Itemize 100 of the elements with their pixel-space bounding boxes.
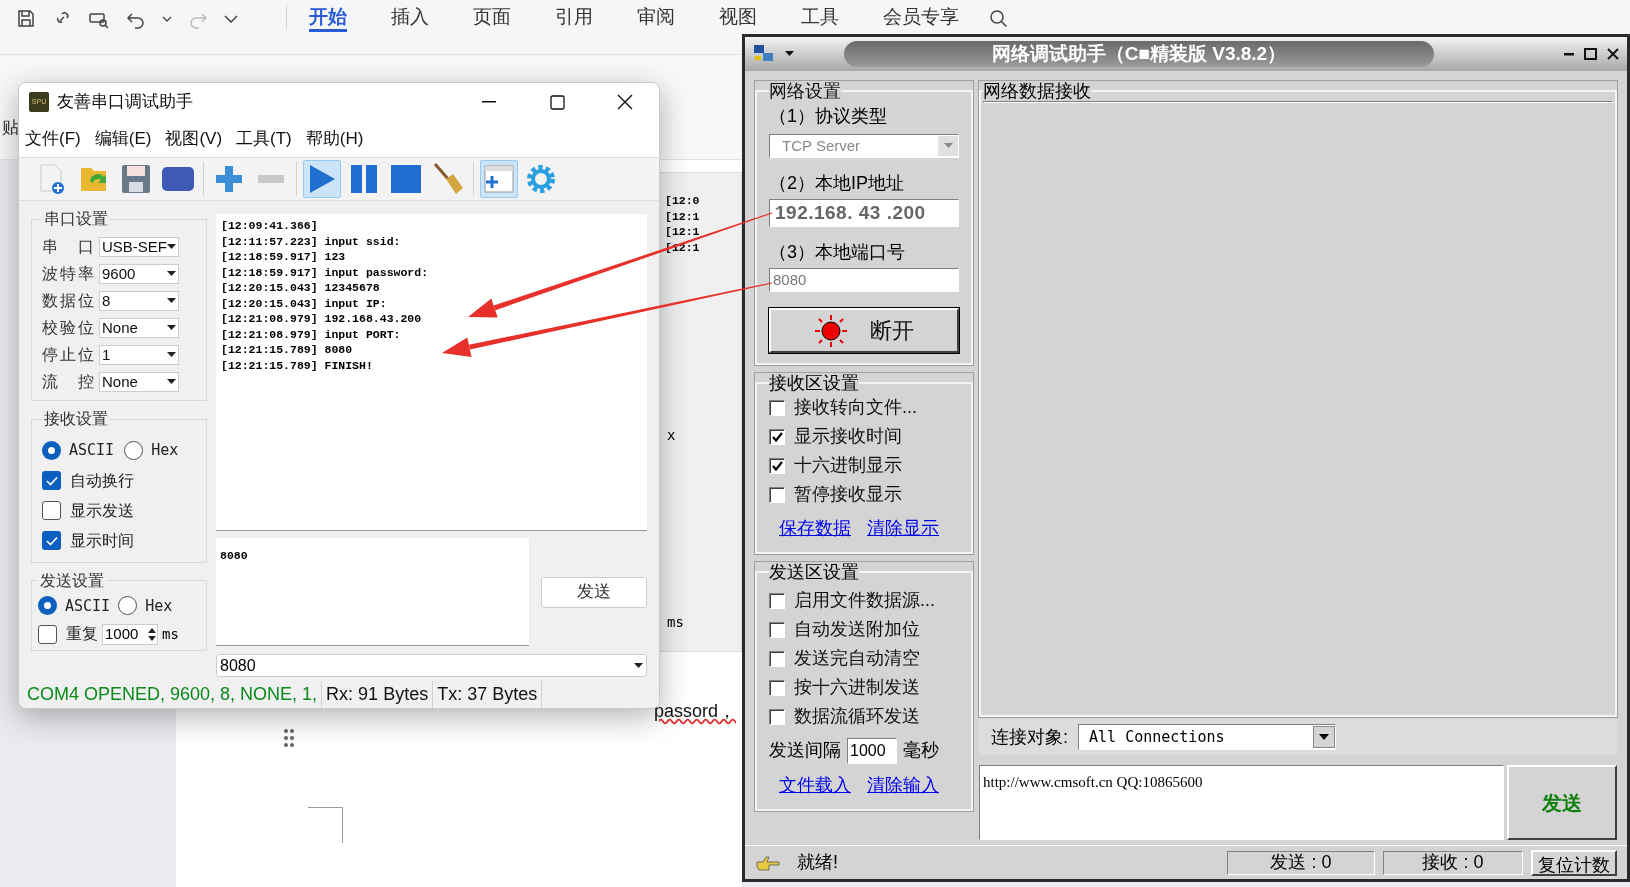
- history-dropdown[interactable]: 8080: [216, 654, 647, 677]
- checkbox[interactable]: [769, 428, 785, 445]
- menu-item[interactable]: 编辑(E): [94, 126, 152, 152]
- window-add-icon: [483, 163, 515, 195]
- checkbox[interactable]: [769, 679, 785, 696]
- status-text: 就绪!: [797, 851, 838, 874]
- checkbox-label: 暂停接收显示: [794, 483, 902, 506]
- ribbon-tab[interactable]: 页面: [473, 5, 511, 32]
- dropdown[interactable]: None: [99, 318, 179, 338]
- menu-item[interactable]: 视图(V): [165, 126, 223, 152]
- caret-icon: [167, 244, 176, 250]
- radio-button[interactable]: [124, 440, 144, 460]
- group-title: 发送区设置: [769, 562, 859, 582]
- search-icon[interactable]: [989, 9, 1009, 29]
- dropdown[interactable]: USB-SEF: [99, 237, 179, 257]
- pointing-hand-icon: [755, 853, 781, 872]
- field-label: 数据位: [42, 291, 94, 311]
- checkbox[interactable]: [769, 457, 785, 474]
- disconnect-button[interactable]: 断开: [769, 308, 959, 353]
- send-text: 8080: [220, 549, 248, 562]
- log-line: [12:20:15.043] input IP:: [221, 295, 388, 311]
- toolbar-button[interactable]: [480, 160, 518, 198]
- status-text: Tx: 37 Bytes: [433, 681, 543, 708]
- save-icon[interactable]: [16, 9, 36, 29]
- radio-button[interactable]: [118, 596, 138, 616]
- broom-icon: [432, 162, 464, 196]
- dropdown[interactable]: 9600: [99, 264, 179, 284]
- ribbon-tab[interactable]: 视图: [719, 5, 757, 32]
- radio-button[interactable]: [42, 440, 61, 460]
- pause-icon: [349, 163, 379, 195]
- target-dropdown[interactable]: All Connections: [1078, 724, 1336, 750]
- dropdown[interactable]: None: [99, 372, 179, 392]
- ip-field[interactable]: 192.168. 43 .200: [769, 199, 959, 227]
- chevron-down-icon[interactable]: [224, 15, 238, 23]
- caret-icon: [634, 662, 643, 669]
- field-label: 校验位: [42, 318, 94, 338]
- dropdown[interactable]: 1: [99, 345, 179, 365]
- save-icon: [120, 163, 152, 195]
- sent-counter: 发送 : 0: [1227, 850, 1375, 875]
- menu-item[interactable]: 工具(T): [236, 126, 292, 152]
- group-title: 接收设置: [43, 409, 109, 429]
- paste-label: 贴: [2, 117, 19, 139]
- minus-icon: [258, 175, 284, 183]
- checkbox[interactable]: [769, 621, 785, 638]
- checkbox-label: 显示发送: [70, 500, 134, 521]
- checkbox[interactable]: [769, 650, 785, 667]
- send-text-area[interactable]: 8080: [216, 538, 529, 646]
- ribbon-tab[interactable]: 引用: [555, 5, 593, 32]
- ribbon-tab[interactable]: 插入: [391, 5, 429, 32]
- checkbox[interactable]: [769, 486, 785, 503]
- status-text: COM4 OPENED, 9600, 8, NONE, 1,: [23, 681, 323, 708]
- ribbon-tab[interactable]: 工具: [801, 5, 839, 32]
- close-icon[interactable]: [1607, 48, 1619, 60]
- checkbox[interactable]: [42, 471, 61, 490]
- group-title: 发送设置: [39, 570, 105, 591]
- ribbon-tab[interactable]: 会员专享: [883, 5, 959, 32]
- close-icon: [617, 94, 633, 110]
- log-line: [12:18:59.917] input password:: [221, 264, 430, 280]
- checkbox[interactable]: [769, 708, 785, 725]
- link[interactable]: 保存数据: [779, 515, 851, 542]
- drag-handle-icon[interactable]: [283, 728, 295, 748]
- stop-icon: [390, 164, 422, 194]
- log-line: [12:20:15.043] 12345678: [221, 280, 381, 296]
- checkmark-icon: [771, 431, 783, 442]
- unit-label: ms: [162, 624, 179, 644]
- toolbar-button[interactable]: [303, 160, 341, 198]
- radio-button[interactable]: [38, 596, 57, 616]
- checkbox-label: 接收转向文件...: [794, 396, 917, 419]
- ribbon-tab[interactable]: 审阅: [637, 5, 675, 32]
- checkbox[interactable]: [42, 531, 61, 550]
- interval-field[interactable]: 1000: [847, 737, 897, 764]
- log-line: [12:21:15.789] FINISH!: [221, 357, 374, 373]
- unit-label: 毫秒: [903, 739, 939, 762]
- maximize-icon[interactable]: [1584, 48, 1597, 60]
- menu-item[interactable]: 文件(F): [25, 126, 81, 152]
- dropdown[interactable]: 8: [99, 291, 179, 311]
- checkbox[interactable]: [38, 624, 57, 644]
- link[interactable]: 清除显示: [867, 515, 939, 542]
- link[interactable]: 清除输入: [867, 772, 939, 799]
- chevron-down-icon[interactable]: [162, 16, 172, 22]
- reset-counter-button[interactable]: 复位计数: [1531, 849, 1617, 876]
- checkbox[interactable]: [769, 399, 785, 416]
- checkbox-label: 按十六进制发送: [794, 676, 920, 699]
- checkbox[interactable]: [769, 592, 785, 609]
- port-field[interactable]: 8080: [769, 268, 959, 292]
- spin-box[interactable]: 1000: [102, 623, 158, 645]
- log-line: [12:09:41.366]: [221, 218, 319, 234]
- menu-item[interactable]: 帮助(H): [305, 126, 364, 152]
- play-icon: [307, 163, 337, 195]
- interval-value: 1000: [850, 740, 886, 761]
- protocol-dropdown[interactable]: TCP Server: [769, 134, 959, 158]
- indicator-light-icon: [814, 313, 848, 348]
- checkbox[interactable]: [42, 501, 61, 520]
- checkbox-label: 自动发送附加位: [794, 618, 920, 641]
- checkbox-label: 显示时间: [70, 530, 134, 551]
- send-text-area[interactable]: http://www.cmsoft.cn QQ:10865600: [979, 765, 1504, 840]
- send-button[interactable]: 发送: [541, 576, 647, 608]
- ribbon-tab[interactable]: 开始: [309, 5, 347, 32]
- spin-value: 1000: [104, 623, 140, 644]
- link[interactable]: 文件载入: [779, 772, 851, 799]
